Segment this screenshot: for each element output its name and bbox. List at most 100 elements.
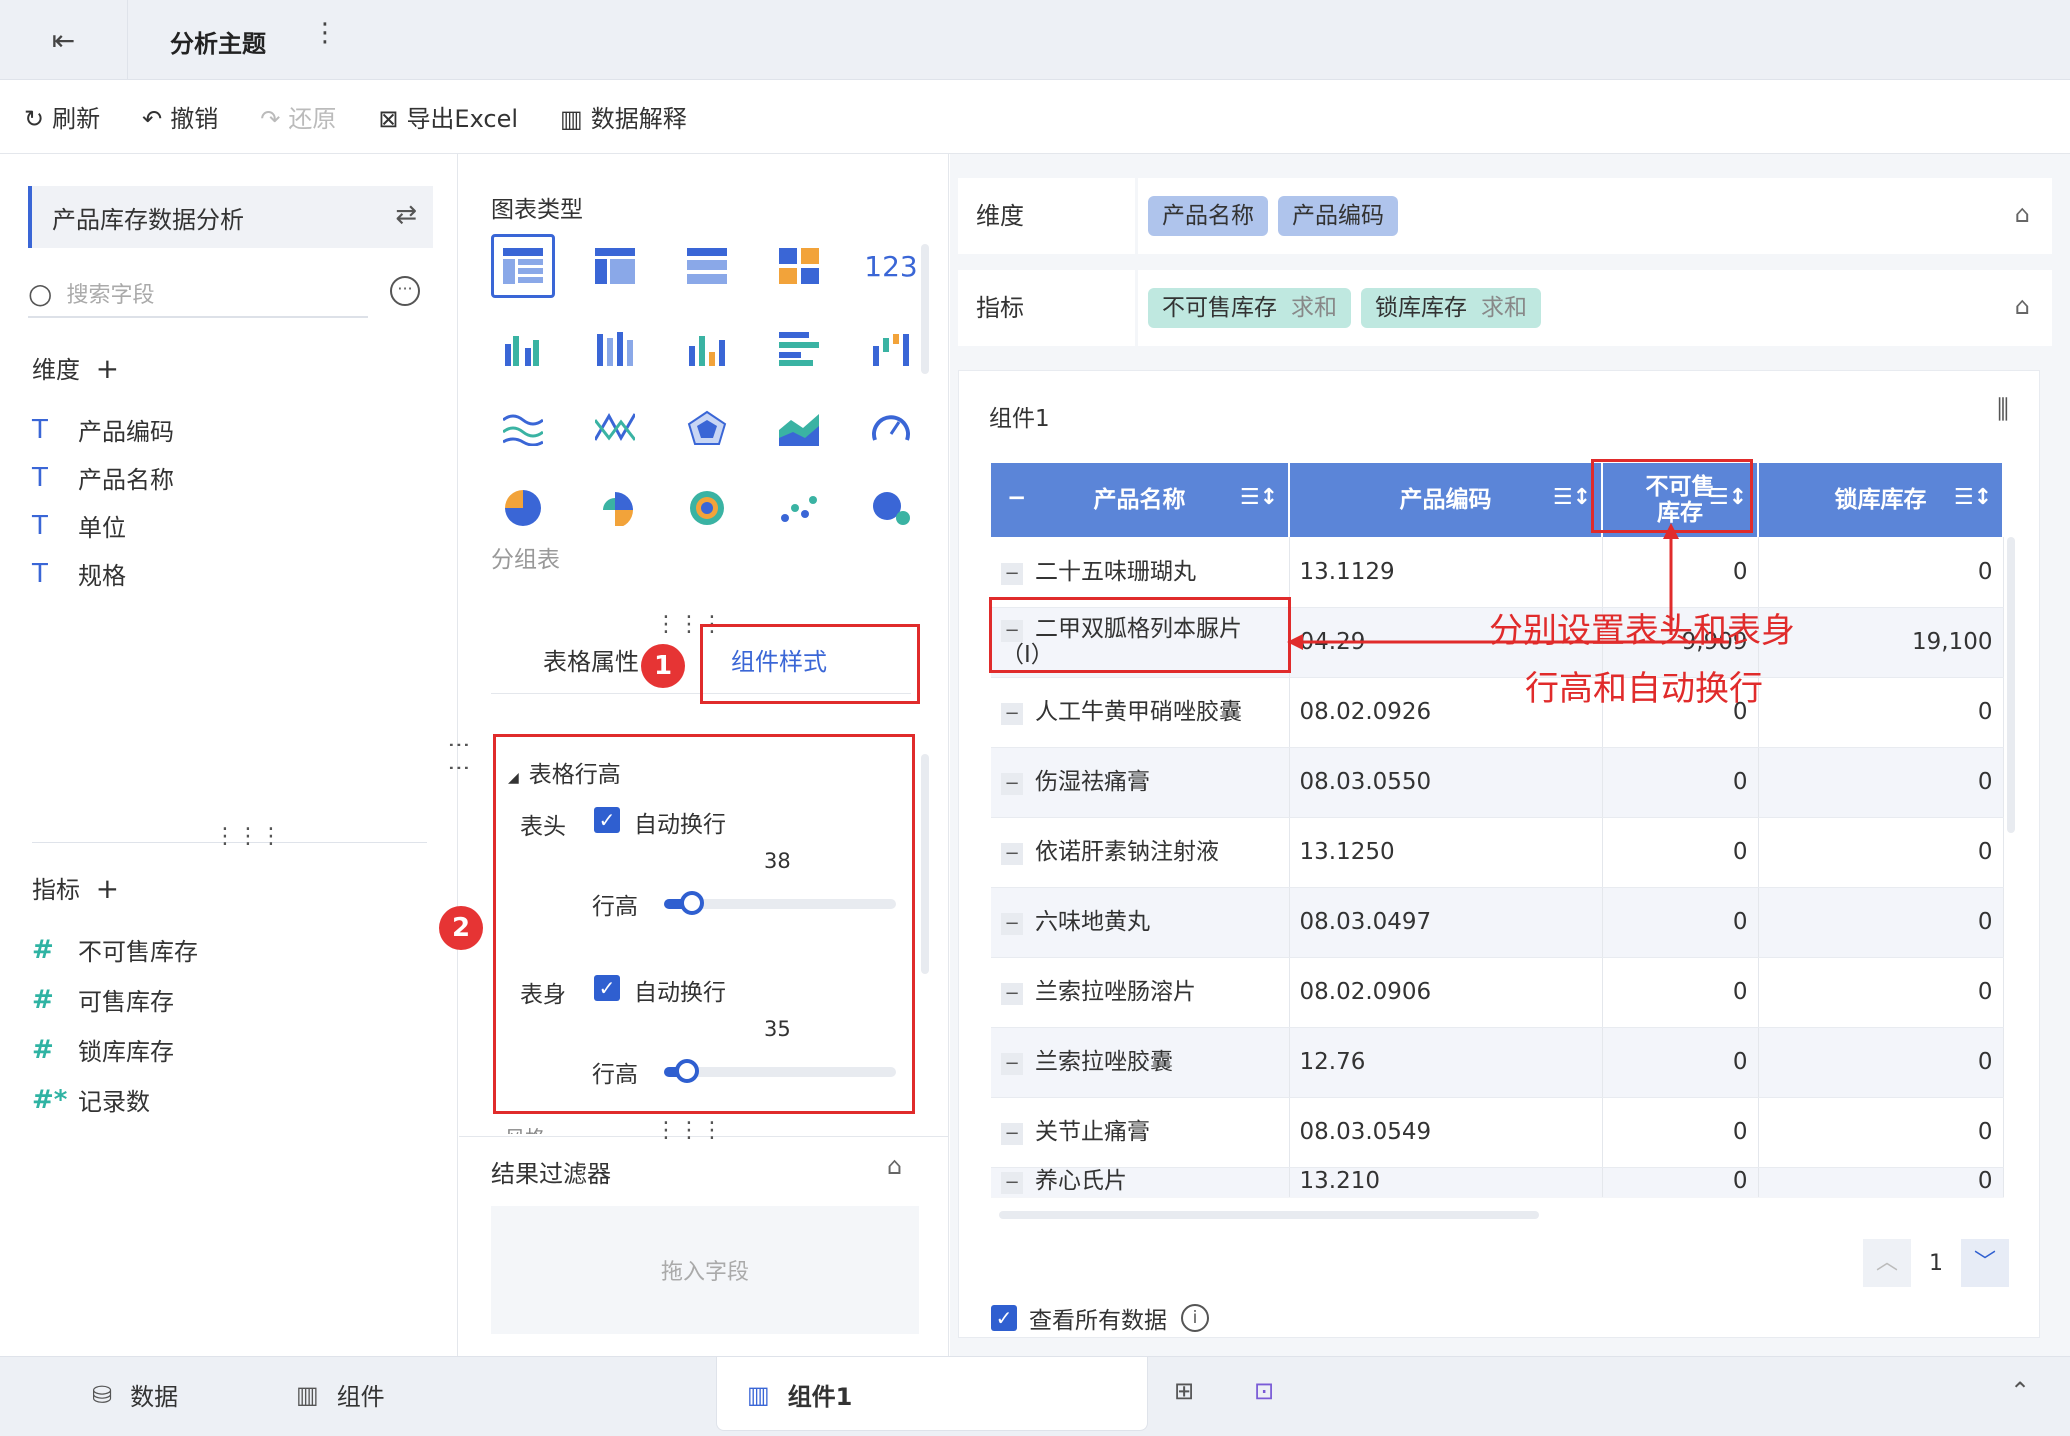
- metric-field[interactable]: # 锁库库存: [32, 1032, 174, 1067]
- table-cell[interactable]: 0: [1758, 887, 2004, 958]
- metric-field[interactable]: # 不可售库存: [32, 932, 198, 967]
- dimension-field[interactable]: T 产品编码: [32, 412, 174, 447]
- collapse-row-icon[interactable]: −: [1001, 983, 1023, 1005]
- lock-icon[interactable]: ⌂: [887, 1152, 902, 1180]
- table-cell[interactable]: − 人工牛黄甲硝唑胶囊: [991, 677, 1290, 748]
- table-cell[interactable]: 0: [1602, 957, 1759, 1028]
- table-cell[interactable]: − 养心氏片: [991, 1167, 1290, 1198]
- grouped-table-icon[interactable]: [491, 234, 555, 298]
- table-cell[interactable]: − 兰索拉唑肠溶片: [991, 957, 1290, 1028]
- prev-page-button[interactable]: ︿: [1863, 1239, 1911, 1287]
- resize-handle-icon[interactable]: ⋮⋮⋮: [655, 1118, 724, 1143]
- table-vertical-scrollbar[interactable]: [2007, 537, 2015, 833]
- table-cell[interactable]: 0: [1602, 1097, 1759, 1168]
- collapse-row-icon[interactable]: −: [1001, 843, 1023, 865]
- table-cell[interactable]: 0: [1758, 747, 2004, 818]
- collapse-row-icon[interactable]: −: [1001, 1053, 1023, 1075]
- table-cell[interactable]: 0: [1758, 537, 2004, 608]
- collapse-row-icon[interactable]: −: [1001, 1123, 1023, 1145]
- table-cell[interactable]: − 关节止痛膏: [991, 1097, 1290, 1168]
- tab-component[interactable]: ▥ 组件: [296, 1377, 385, 1412]
- table-cell[interactable]: 0: [1758, 957, 2004, 1028]
- collapse-all-icon[interactable]: −: [1007, 485, 1026, 511]
- metric-field[interactable]: #* 记录数: [32, 1082, 150, 1117]
- back-icon[interactable]: ⇤: [0, 0, 128, 80]
- dimension-pill[interactable]: 产品编码: [1278, 196, 1398, 236]
- redo-button[interactable]: ↷ 还原: [260, 99, 336, 134]
- chart-settings-icon[interactable]: ⫼: [1997, 395, 2009, 426]
- table-horizontal-scrollbar[interactable]: [999, 1211, 1539, 1219]
- detail-table-icon[interactable]: [675, 234, 739, 298]
- add-metric-icon[interactable]: +: [96, 872, 119, 905]
- metric-pill[interactable]: 不可售库存 求和: [1148, 288, 1351, 328]
- slider-handle[interactable]: [675, 1059, 700, 1083]
- sort-icon[interactable]: ☰↕: [1954, 485, 1992, 510]
- collapse-row-icon[interactable]: −: [1001, 562, 1023, 585]
- gauge-icon[interactable]: [859, 396, 923, 460]
- table-cell[interactable]: 0: [1758, 1097, 2004, 1168]
- add-component-button[interactable]: ⊞: [1174, 1377, 1212, 1405]
- table-cell[interactable]: 0: [1602, 1027, 1759, 1098]
- table-cell[interactable]: 0: [1602, 887, 1759, 958]
- dimension-field[interactable]: T 规格: [32, 556, 126, 591]
- section-title[interactable]: ◢ 表格行高: [508, 755, 621, 789]
- horizontal-bar-icon[interactable]: [767, 316, 831, 380]
- more-icon[interactable]: ⋮: [312, 18, 338, 48]
- dimension-field[interactable]: T 产品名称: [32, 460, 174, 495]
- metric-field[interactable]: # 可售库存: [32, 982, 174, 1017]
- radar-icon[interactable]: [675, 396, 739, 460]
- waterfall-icon[interactable]: [859, 316, 923, 380]
- collapse-bar-button[interactable]: ⌃: [2010, 1377, 2048, 1405]
- bubble-icon[interactable]: [859, 476, 923, 540]
- table-cell[interactable]: 0: [1758, 1027, 2004, 1098]
- number-icon[interactable]: 123: [859, 234, 923, 298]
- more-options-icon[interactable]: ···: [390, 276, 420, 306]
- chart-type-scrollbar[interactable]: [921, 244, 929, 374]
- add-dimension-icon[interactable]: +: [96, 352, 119, 385]
- data-explain-button[interactable]: ▥ 数据解释: [560, 99, 687, 134]
- next-page-button[interactable]: ﹀: [1961, 1239, 2009, 1287]
- header-autowrap-checkbox[interactable]: ✓: [594, 807, 620, 833]
- switch-dataset-icon[interactable]: ⇄: [395, 200, 417, 230]
- sort-icon[interactable]: ☰↕: [1240, 485, 1278, 510]
- tab-current-component[interactable]: ▥ 组件1: [716, 1357, 1148, 1431]
- view-all-checkbox[interactable]: ✓: [991, 1305, 1017, 1331]
- table-cell[interactable]: 08.03.0549: [1289, 1097, 1603, 1168]
- table-cell[interactable]: − 依诺肝素钠注射液: [991, 817, 1290, 888]
- resize-handle-icon[interactable]: ⋮⋮⋮: [214, 824, 283, 849]
- dataset-selector[interactable]: 产品库存数据分析 ⇄: [28, 186, 433, 248]
- kpi-card-icon[interactable]: [767, 234, 831, 298]
- table-cell[interactable]: 13.1250: [1289, 817, 1603, 888]
- export-excel-button[interactable]: ⊠ 导出Excel: [378, 99, 518, 134]
- metric-pill[interactable]: 锁库库存 求和: [1361, 288, 1541, 328]
- slider-handle[interactable]: [679, 891, 704, 915]
- scatter-icon[interactable]: [767, 476, 831, 540]
- table-cell[interactable]: 08.02.0906: [1289, 957, 1603, 1028]
- collapse-row-icon[interactable]: −: [1001, 1171, 1023, 1194]
- lock-icon[interactable]: ⌂: [2015, 292, 2030, 320]
- rose-chart-icon[interactable]: [583, 476, 647, 540]
- table-cell[interactable]: − 六味地黄丸: [991, 887, 1290, 958]
- table-cell[interactable]: 0: [1602, 747, 1759, 818]
- table-cell[interactable]: 12.76: [1289, 1027, 1603, 1098]
- grouped-bar-icon[interactable]: [491, 316, 555, 380]
- table-cell[interactable]: 0: [1758, 817, 2004, 888]
- line-chart-icon[interactable]: [491, 396, 555, 460]
- collapse-row-icon[interactable]: −: [1001, 703, 1023, 725]
- table-cell[interactable]: 08.03.0497: [1289, 887, 1603, 958]
- add-dashboard-button[interactable]: ⊡: [1254, 1377, 1292, 1405]
- table-cell[interactable]: 13.210: [1289, 1167, 1603, 1198]
- table-cell[interactable]: − 伤湿祛痛膏: [991, 747, 1290, 818]
- tab-data[interactable]: ⛁ 数据: [92, 1377, 178, 1412]
- tab-table-properties[interactable]: 表格属性: [543, 642, 639, 677]
- stacked-bar-icon[interactable]: [583, 316, 647, 380]
- table-cell[interactable]: 0: [1602, 817, 1759, 888]
- undo-button[interactable]: ↶ 撤销: [142, 99, 218, 134]
- collapse-row-icon[interactable]: −: [1001, 773, 1023, 795]
- column-header[interactable]: 锁库库存 ☰↕: [1758, 463, 2004, 537]
- table-cell[interactable]: 0: [1602, 1167, 1759, 1198]
- cross-table-icon[interactable]: [583, 234, 647, 298]
- filter-drop-zone[interactable]: 拖入字段: [491, 1206, 919, 1334]
- sunburst-icon[interactable]: [675, 476, 739, 540]
- sort-icon[interactable]: ☰↕: [1553, 485, 1591, 510]
